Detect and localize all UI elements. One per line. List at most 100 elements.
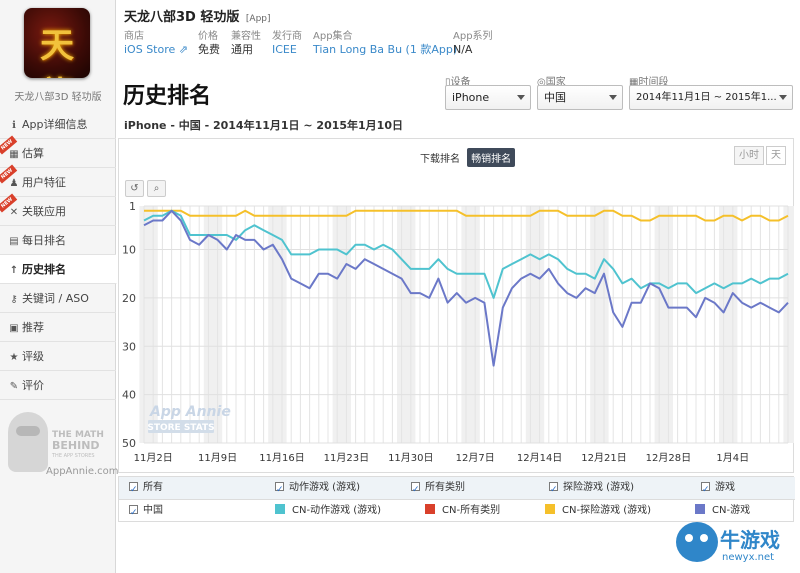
- sidebar-item-9[interactable]: ✎ 评价: [0, 371, 116, 400]
- sidebar-item-3[interactable]: NEW ✕ 关联应用: [0, 193, 116, 226]
- device-select-value: iPhone: [452, 91, 490, 104]
- country-select[interactable]: 中国: [537, 85, 623, 110]
- swatch-games: [695, 504, 705, 514]
- x-tick-label: 11月30日: [388, 452, 433, 464]
- legend-filter-row: 所有 动作游戏 (游戏) 所有类别 探险游戏 (游戏) 游戏: [119, 477, 795, 501]
- weekend-band: [332, 206, 351, 443]
- swatch-all: [425, 504, 435, 514]
- swatch-action: [275, 504, 285, 514]
- sidebar-item-label: 评级: [22, 350, 44, 363]
- app-type-tag: [App]: [245, 14, 271, 24]
- meta-series: App系列 N/A: [453, 31, 493, 57]
- sidebar: 天龍 天龙八部3D 轻功版 ℹApp详细信息NEW▦估算NEW♟用户特征NEW✕…: [0, 0, 119, 573]
- weekend-band: [525, 206, 545, 443]
- cow-logo-icon: [676, 522, 718, 562]
- sidebar-item-5[interactable]: ↑ 历史排名: [0, 255, 117, 284]
- tab-grossing-rank[interactable]: 畅销排名: [467, 148, 516, 167]
- sidebar-item-label: 历史排名: [22, 263, 66, 276]
- app-subname: 天龙八部3D 轻功版: [14, 92, 102, 103]
- country-cn[interactable]: 中国: [129, 500, 163, 524]
- checkbox[interactable]: [129, 502, 138, 524]
- filter-action[interactable]: 动作游戏 (游戏): [275, 477, 360, 501]
- device-select[interactable]: iPhone: [445, 85, 531, 110]
- comment-icon: ✎: [9, 381, 19, 392]
- chevron-down-icon: [609, 95, 617, 100]
- sidebar-item-7[interactable]: ▣ 推荐: [0, 313, 116, 342]
- filter-adventure[interactable]: 探险游戏 (游戏): [549, 477, 634, 501]
- filter-games[interactable]: 游戏: [701, 477, 735, 501]
- sidebar-item-label: 关键词 / ASO: [22, 292, 89, 305]
- key-icon: ⚷: [10, 294, 18, 305]
- meta-price-value: 免费: [198, 43, 220, 56]
- filter-all[interactable]: 所有: [129, 477, 163, 501]
- tab-download-rank[interactable]: 下载排名: [416, 148, 464, 167]
- legend-table: 所有 动作游戏 (游戏) 所有类别 探险游戏 (游戏) 游戏 中国 CN-动作游…: [118, 476, 795, 524]
- app-annie-promo[interactable]: THE MATH BEHIND THE APP STORES AppAnnie.…: [6, 410, 119, 484]
- star-icon: ★: [9, 352, 19, 363]
- app-title: 天龙八部3D 轻功版 [App]: [124, 6, 271, 25]
- meta-store: 商店 iOS Store ⇗: [124, 31, 188, 57]
- site-watermark-url: newyx.net: [722, 552, 775, 563]
- meta-collection-value[interactable]: Tian Long Ba Bu (1 款App): [313, 43, 457, 57]
- meta-collection: App集合 Tian Long Ba Bu (1 款App): [313, 31, 457, 57]
- sidebar-item-2[interactable]: NEW ♟ 用户特征: [0, 164, 116, 197]
- x-tick-label: 11月9日: [198, 452, 237, 464]
- country-select-value: 中国: [544, 91, 566, 104]
- meta-compat-key: 兼容性: [231, 31, 261, 42]
- sidebar-item-8[interactable]: ★ 评级: [0, 342, 116, 371]
- period-select[interactable]: 2014年11月1日 ~ 2015年1...: [629, 85, 793, 110]
- x-tick-label: 12月21日: [581, 452, 626, 464]
- checkbox[interactable]: [129, 479, 138, 501]
- checkbox[interactable]: [411, 479, 420, 501]
- app-title-text: 天龙八部3D 轻功版: [124, 10, 240, 25]
- sidebar-item-label: 估算: [22, 147, 44, 160]
- y-tick-label: 10: [122, 244, 136, 257]
- sidebar-item-label: 用户特征: [22, 176, 66, 189]
- page-title: 历史排名: [123, 84, 212, 109]
- period-select-value: 2014年11月1日 ~ 2015年1...: [636, 92, 777, 103]
- meta-publisher-value[interactable]: ICEE: [272, 43, 302, 57]
- sidebar-item-6[interactable]: ⚷ 关键词 / ASO: [0, 284, 116, 313]
- rank-type-tabs: 下载排名 畅销排名: [416, 148, 516, 167]
- meta-compat-value: 通用: [231, 43, 253, 56]
- sidebar-item-label: 每日排名: [22, 234, 66, 247]
- y-tick-label: 50: [122, 437, 136, 450]
- weekend-band: [590, 206, 609, 443]
- hour-button[interactable]: 小时: [734, 146, 764, 165]
- sidebar-item-1[interactable]: NEW ▦ 估算: [0, 135, 116, 168]
- meta-store-value[interactable]: iOS Store ⇗: [124, 43, 188, 57]
- promo-url[interactable]: AppAnnie.com: [46, 466, 119, 477]
- calendar-icon: ▤: [9, 236, 19, 247]
- filter-all-categories[interactable]: 所有类别: [411, 477, 465, 501]
- y-tick-label: 20: [122, 292, 136, 305]
- chart-watermark-sub: STORE STATS: [147, 423, 214, 433]
- sidebar-item-0[interactable]: ℹ App详细信息: [0, 110, 116, 139]
- reset-zoom-icon[interactable]: ↺: [125, 180, 144, 197]
- legend-games: CN-游戏: [695, 500, 750, 522]
- feature-icon: ▣: [9, 323, 19, 334]
- weekend-band: [654, 206, 673, 443]
- meta-publisher-key: 发行商: [272, 31, 302, 42]
- site-watermark: 牛游戏 newyx.net: [676, 520, 800, 573]
- y-tick-label: 30: [122, 340, 136, 353]
- weekend-band: [397, 206, 416, 443]
- meta-price-key: 价格: [198, 31, 218, 42]
- sidebar-item-label: App详细信息: [22, 118, 88, 131]
- checkbox[interactable]: [549, 479, 558, 501]
- weekend-band: [461, 206, 480, 443]
- day-button[interactable]: 天: [766, 146, 786, 165]
- sidebar-item-4[interactable]: ▤ 每日排名: [0, 226, 116, 255]
- rank-chart[interactable]: 1 10 20 30 40 50 11月2日 11月9日 11月16日 11月23日 11月30日 1…: [118, 198, 794, 473]
- chevron-down-icon: [517, 95, 525, 100]
- checkbox[interactable]: [275, 479, 284, 501]
- checkbox[interactable]: [701, 479, 710, 501]
- sidebar-item-label: 推荐: [22, 321, 44, 334]
- site-watermark-name: 牛游戏: [720, 528, 780, 552]
- app-icon[interactable]: 天龍: [24, 8, 90, 78]
- zoom-icon[interactable]: ⌕: [147, 180, 166, 197]
- meta-collection-key: App集合: [313, 31, 353, 42]
- swatch-adventure: [545, 504, 555, 514]
- chart-watermark: App Annie: [149, 404, 231, 420]
- x-tick-label: 12月7日: [456, 452, 495, 464]
- x-tick-label: 12月28日: [646, 452, 691, 464]
